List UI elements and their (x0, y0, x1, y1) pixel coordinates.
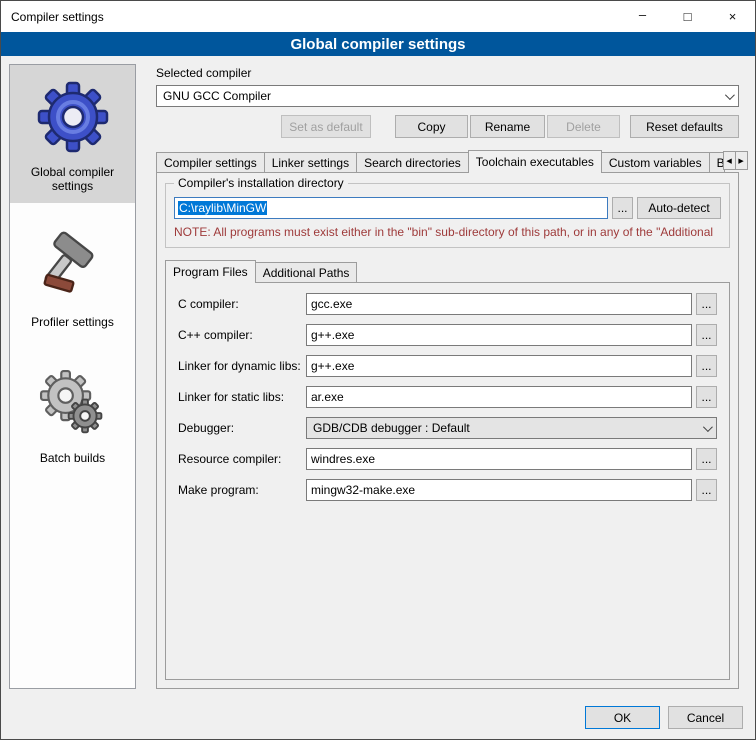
sidebar-item-global-compiler-settings[interactable]: Global compiler settings (10, 65, 135, 203)
sidebar-item-label: Global compiler settings (13, 165, 132, 193)
linker-dynamic-browse-button[interactable]: ... (696, 355, 717, 377)
copy-button[interactable]: Copy (395, 115, 468, 138)
resource-compiler-row: Resource compiler: ... (166, 448, 729, 470)
sidebar-item-label: Batch builds (13, 451, 132, 465)
set-as-default-button[interactable]: Set as default (281, 115, 371, 138)
maximize-icon: □ (684, 9, 692, 24)
sidebar-item-batch-builds[interactable]: Batch builds (10, 351, 135, 475)
compiler-settings-window: Compiler settings – □ × Global compiler … (0, 0, 756, 740)
linker-static-browse-button[interactable]: ... (696, 386, 717, 408)
minimize-icon: – (639, 7, 646, 22)
resource-compiler-input[interactable] (306, 448, 692, 470)
debugger-select-value: GDB/CDB debugger : Default (313, 421, 697, 435)
debugger-label: Debugger: (178, 421, 302, 435)
linker-dynamic-row: Linker for dynamic libs: ... (166, 355, 729, 377)
auto-detect-button[interactable]: Auto-detect (637, 197, 721, 219)
tab-custom-variables[interactable]: Custom variables (601, 152, 710, 172)
sidebar-item-profiler-settings[interactable]: Profiler settings (10, 215, 135, 339)
page-title: Global compiler settings (1, 32, 755, 56)
installation-directory-value: C:\raylib\MinGW (178, 201, 267, 215)
linker-static-label: Linker for static libs: (178, 390, 302, 404)
resource-compiler-browse-button[interactable]: ... (696, 448, 717, 470)
tab-scroll-right-icon[interactable]: ▶ (735, 151, 748, 170)
maximize-button[interactable]: □ (665, 1, 710, 32)
make-program-browse-button[interactable]: ... (696, 479, 717, 501)
dialog-content: Global compiler settings Profiler settin… (1, 56, 755, 697)
tab-compiler-settings[interactable]: Compiler settings (156, 152, 265, 172)
linker-static-row: Linker for static libs: ... (166, 386, 729, 408)
cpp-compiler-browse-button[interactable]: ... (696, 324, 717, 346)
window-title: Compiler settings (1, 10, 620, 24)
bin-subdirectory-note: NOTE: All programs must exist either in … (174, 225, 721, 239)
compiler-actions: Set as default Copy Rename Delete Reset … (156, 115, 739, 138)
debugger-select[interactable]: GDB/CDB debugger : Default (306, 417, 717, 439)
c-compiler-row: C compiler: ... (166, 293, 729, 315)
compiler-select-value: GNU GCC Compiler (163, 89, 719, 103)
cpp-compiler-input[interactable] (306, 324, 692, 346)
chevron-down-icon (703, 422, 713, 432)
cpp-compiler-label: C++ compiler: (178, 328, 302, 342)
linker-dynamic-label: Linker for dynamic libs: (178, 359, 302, 373)
chevron-down-icon (725, 90, 735, 100)
resource-compiler-label: Resource compiler: (178, 452, 302, 466)
close-button[interactable]: × (710, 1, 755, 32)
minimize-button[interactable]: – (620, 1, 665, 32)
tab-toolchain-executables[interactable]: Toolchain executables (468, 150, 602, 173)
tab-scroll-controls: ◀ ▶ (724, 151, 748, 170)
cpp-compiler-row: C++ compiler: ... (166, 324, 729, 346)
main-settings-area: Selected compiler GNU GCC Compiler Set a… (146, 64, 747, 689)
settings-tabstrip: Compiler settings Linker settings Search… (156, 150, 739, 172)
compiler-select[interactable]: GNU GCC Compiler (156, 85, 739, 107)
settings-category-list: Global compiler settings Profiler settin… (9, 64, 136, 689)
c-compiler-browse-button[interactable]: ... (696, 293, 717, 315)
sidebar-spacer (10, 339, 135, 351)
toolchain-executables-panel: Compiler's installation directory C:\ray… (156, 172, 739, 689)
tab-linker-settings[interactable]: Linker settings (264, 152, 357, 172)
make-program-row: Make program: ... (166, 479, 729, 501)
make-program-input[interactable] (306, 479, 692, 501)
installation-directory-group: Compiler's installation directory C:\ray… (165, 183, 730, 248)
cancel-button[interactable]: Cancel (668, 706, 743, 729)
blue-gear-icon (13, 73, 132, 161)
tab-program-files[interactable]: Program Files (165, 260, 256, 283)
installation-directory-group-title: Compiler's installation directory (174, 176, 348, 190)
title-bar[interactable]: Compiler settings – □ × (1, 1, 755, 32)
rename-button[interactable]: Rename (470, 115, 545, 138)
delete-button[interactable]: Delete (547, 115, 620, 138)
sidebar-spacer (10, 203, 135, 215)
close-icon: × (729, 9, 737, 24)
ok-button[interactable]: OK (585, 706, 660, 729)
installation-directory-row: C:\raylib\MinGW ... Auto-detect (174, 197, 721, 219)
make-program-label: Make program: (178, 483, 302, 497)
program-files-tabstrip: Program Files Additional Paths (165, 260, 738, 282)
c-compiler-label: C compiler: (178, 297, 302, 311)
browse-directory-button[interactable]: ... (612, 197, 633, 219)
reset-defaults-button[interactable]: Reset defaults (630, 115, 739, 138)
installation-directory-input[interactable]: C:\raylib\MinGW (174, 197, 608, 219)
linker-static-input[interactable] (306, 386, 692, 408)
tab-additional-paths[interactable]: Additional Paths (255, 262, 358, 282)
linker-dynamic-input[interactable] (306, 355, 692, 377)
program-files-panel: C compiler: ... C++ compiler: ... Linker… (165, 282, 730, 680)
gray-gears-icon (13, 359, 132, 447)
c-compiler-input[interactable] (306, 293, 692, 315)
debugger-row: Debugger: GDB/CDB debugger : Default (166, 417, 729, 439)
tab-search-directories[interactable]: Search directories (356, 152, 469, 172)
sidebar-item-label: Profiler settings (13, 315, 132, 329)
selected-compiler-label: Selected compiler (156, 66, 739, 80)
dialog-footer: OK Cancel (1, 697, 755, 739)
profiler-hammer-icon (13, 223, 132, 311)
